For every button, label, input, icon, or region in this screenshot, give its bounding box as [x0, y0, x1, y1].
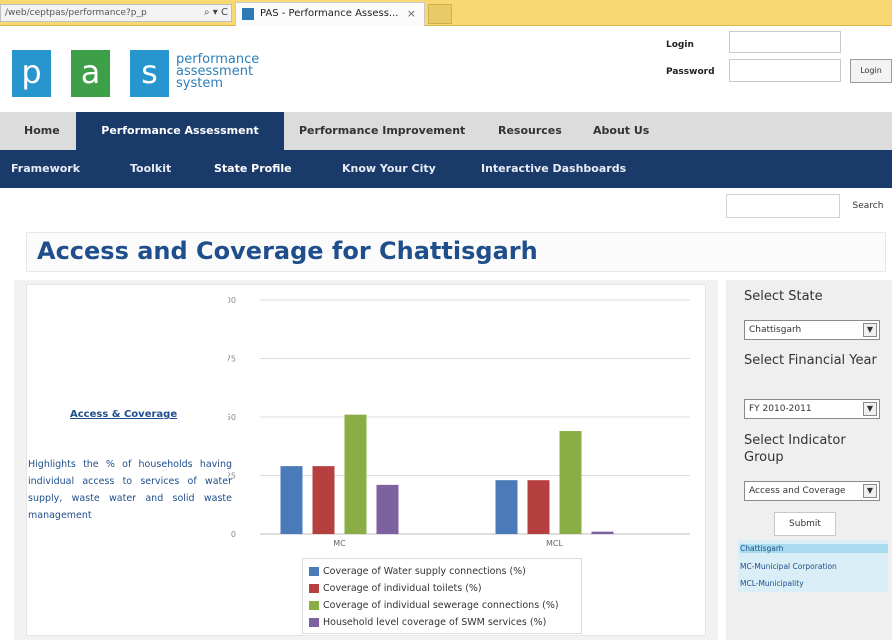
page-title: Access and Coverage for Chattisgarh: [37, 237, 538, 265]
chart-bar: [591, 531, 614, 534]
chart-bar: [527, 480, 550, 534]
chart-bar: [312, 466, 335, 534]
subnav-interactive-dashboards[interactable]: Interactive Dashboards: [481, 150, 626, 188]
chart-bar: [559, 431, 582, 534]
key-item-mc: MC-Municipal Corporation: [740, 562, 837, 571]
bar-chart: 0 25 50 75 100 MC MCL: [228, 296, 690, 548]
search-button[interactable]: Search: [844, 196, 892, 216]
submit-button[interactable]: Submit: [774, 512, 836, 536]
y-tick-label: 50: [228, 413, 236, 422]
x-tick-label: MC: [333, 539, 346, 548]
logo-letter-a: a: [71, 50, 110, 97]
login-button[interactable]: Login: [850, 59, 892, 83]
logo-letter-s: s: [130, 50, 169, 97]
subnav-state-profile[interactable]: State Profile: [214, 150, 292, 188]
y-tick-label: 25: [228, 472, 236, 481]
description-text: Highlights the % of households having in…: [28, 459, 232, 521]
password-field[interactable]: [729, 59, 841, 82]
chart-bar: [495, 480, 518, 534]
tab-close-icon[interactable]: ×: [407, 7, 416, 20]
chart-bar: [280, 466, 303, 534]
subnav-know-your-city[interactable]: Know Your City: [342, 150, 436, 188]
favicon-icon: [242, 8, 254, 20]
chart-bar: [376, 484, 399, 534]
chevron-down-icon[interactable]: ▼: [863, 402, 877, 416]
login-field[interactable]: [729, 31, 841, 53]
primary-nav: Home Performance Assessment Performance …: [0, 112, 892, 150]
browser-tab-bar: /web/ceptpas/performance?p_p ⌕ ▾ C PAS -…: [0, 0, 892, 26]
state-select[interactable]: Chattisgarh ▼: [744, 320, 880, 340]
legend-label: Coverage of Water supply connections (%): [323, 566, 526, 577]
chevron-down-icon[interactable]: ▼: [863, 484, 877, 498]
title-bar: Access and Coverage for Chattisgarh: [26, 232, 886, 272]
nav-home[interactable]: Home: [24, 112, 60, 150]
financial-year-select-value: FY 2010-2011: [749, 404, 812, 414]
secondary-nav: Framework Toolkit State Profile Know You…: [0, 150, 892, 188]
logo-text-line: system: [176, 76, 223, 91]
x-tick-label: MCL: [546, 539, 563, 548]
legend-label: Coverage of individual sewerage connecti…: [323, 600, 559, 611]
indicator-group-select-value: Access and Coverage: [749, 486, 846, 496]
chart-legend: Coverage of Water supply connections (%)…: [302, 558, 582, 634]
legend-label: Coverage of individual toilets (%): [323, 583, 482, 594]
tab-title: PAS - Performance Assess...: [260, 8, 399, 19]
search-input[interactable]: [726, 194, 840, 218]
y-tick-label: 100: [228, 296, 236, 305]
state-select-value: Chattisgarh: [749, 325, 802, 335]
subnav-toolkit[interactable]: Toolkit: [130, 150, 171, 188]
indicator-group-select[interactable]: Access and Coverage ▼: [744, 481, 880, 501]
chart-bar: [344, 414, 367, 534]
subnav-framework[interactable]: Framework: [11, 150, 80, 188]
select-indicator-group-label: Select Indicator Group: [744, 433, 846, 465]
nav-performance-improvement[interactable]: Performance Improvement: [299, 112, 465, 150]
address-bar[interactable]: /web/ceptpas/performance?p_p ⌕ ▾ C: [0, 4, 232, 22]
y-tick-label: 75: [228, 355, 236, 364]
legend-item: Coverage of individual toilets (%): [309, 580, 575, 597]
nav-performance-assessment[interactable]: Performance Assessment: [76, 112, 284, 150]
legend-item: Household level coverage of SWM services…: [309, 614, 575, 631]
address-controls[interactable]: ⌕ ▾ C: [204, 7, 228, 18]
select-financial-year-label: Select Financial Year: [744, 353, 877, 368]
nav-resources[interactable]: Resources: [498, 112, 562, 150]
new-tab-button[interactable]: [428, 4, 452, 24]
financial-year-select[interactable]: FY 2010-2011 ▼: [744, 399, 880, 419]
legend-label: Household level coverage of SWM services…: [323, 617, 547, 628]
legend-swatch: [309, 601, 319, 610]
logo-text: performance assessment system: [176, 53, 259, 91]
y-tick-label: 0: [231, 530, 236, 539]
logo-letter-p: p: [12, 50, 51, 97]
legend-swatch: [309, 584, 319, 593]
address-text: /web/ceptpas/performance?p_p: [5, 8, 147, 18]
chevron-down-icon[interactable]: ▼: [863, 323, 877, 337]
description-heading[interactable]: Access & Coverage: [70, 409, 177, 420]
password-label: Password: [666, 67, 715, 77]
legend-swatch: [309, 567, 319, 576]
legend-item: Coverage of Water supply connections (%): [309, 563, 575, 580]
login-label: Login: [666, 40, 694, 50]
legend-swatch: [309, 618, 319, 627]
browser-tab[interactable]: PAS - Performance Assess... ×: [235, 2, 425, 26]
key-item-mcl: MCL-Municipality: [740, 579, 804, 588]
abbreviation-key: Chattisgarh MC-Municipal Corporation MCL…: [738, 540, 888, 592]
legend-item: Coverage of individual sewerage connecti…: [309, 597, 575, 614]
select-state-label: Select State: [744, 289, 823, 304]
nav-about-us[interactable]: About Us: [593, 112, 649, 150]
key-item-state: Chattisgarh: [740, 544, 888, 553]
